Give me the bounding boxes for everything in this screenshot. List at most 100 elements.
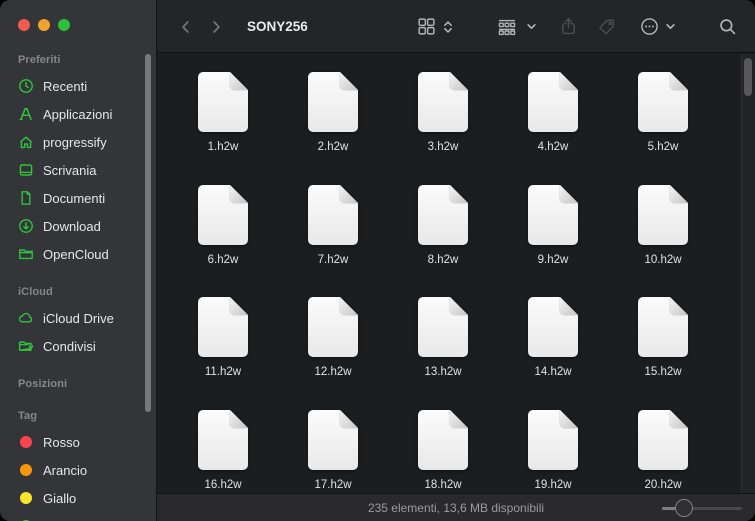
group-by-icon[interactable] <box>496 0 518 53</box>
document-file-icon <box>198 297 248 357</box>
toolbar: SONY256 <box>157 0 755 53</box>
file-name: 17.h2w <box>314 478 352 491</box>
sidebar-item-progressify[interactable]: progressify <box>0 128 156 156</box>
sidebar-section-header: Preferiti <box>18 54 61 66</box>
sidebar-section-header: Tag <box>18 410 38 422</box>
file-item[interactable]: 9.h2w <box>498 185 608 298</box>
file-item[interactable]: 10.h2w <box>608 185 718 298</box>
document-file-icon <box>528 185 578 245</box>
share-icon[interactable] <box>558 0 578 53</box>
applications-icon <box>18 106 34 122</box>
file-item[interactable]: 13.h2w <box>388 297 498 410</box>
document-file-icon <box>198 185 248 245</box>
file-name: 2.h2w <box>317 141 349 153</box>
file-item[interactable]: 11.h2w <box>168 297 278 410</box>
sidebar-item-arancio[interactable]: Arancio <box>0 456 156 484</box>
document-file-icon <box>638 297 688 357</box>
file-item[interactable]: 18.h2w <box>388 410 498 494</box>
file-name: 4.h2w <box>537 141 569 153</box>
close-button[interactable] <box>18 19 30 31</box>
window-title: SONY256 <box>247 19 308 34</box>
more-options-chevron-icon[interactable] <box>663 0 677 53</box>
document-file-icon <box>418 72 468 132</box>
sidebar-item-giallo[interactable]: Giallo <box>0 484 156 512</box>
forward-button[interactable] <box>206 0 226 53</box>
document-icon <box>18 190 34 206</box>
sidebar-section-icloud: iCloud iCloud Drive Condivisi <box>0 284 156 360</box>
back-button[interactable] <box>176 0 196 53</box>
document-file-icon <box>198 72 248 132</box>
icon-size-slider[interactable] <box>662 494 742 521</box>
file-name: 3.h2w <box>427 141 459 153</box>
sidebar-scrollbar[interactable] <box>145 54 151 412</box>
sidebar-item-condivisi[interactable]: Condivisi <box>0 332 156 360</box>
sidebar-item-documenti[interactable]: Documenti <box>0 184 156 212</box>
file-name: 8.h2w <box>427 253 459 266</box>
download-icon <box>18 218 34 234</box>
file-item[interactable]: 19.h2w <box>498 410 608 494</box>
document-file-icon <box>308 185 358 245</box>
sidebar-item-label: Condivisi <box>43 338 96 354</box>
file-name: 9.h2w <box>537 253 569 266</box>
document-file-icon <box>418 297 468 357</box>
file-item[interactable]: 15.h2w <box>608 297 718 410</box>
zoom-button[interactable] <box>58 19 70 31</box>
more-options-icon[interactable] <box>639 0 659 53</box>
file-item[interactable]: 17.h2w <box>278 410 388 494</box>
document-file-icon <box>528 72 578 132</box>
file-name: 10.h2w <box>644 253 682 266</box>
file-item[interactable]: 14.h2w <box>498 297 608 410</box>
sidebar-item-label: Recenti <box>43 78 88 94</box>
sidebar-item-scrivania[interactable]: Scrivania <box>0 156 156 184</box>
file-item[interactable]: 8.h2w <box>388 185 498 298</box>
file-name: 11.h2w <box>204 366 242 378</box>
sidebar-item-rosso[interactable]: Rosso <box>0 428 156 456</box>
file-name: 13.h2w <box>424 366 462 378</box>
file-item[interactable]: 12.h2w <box>278 297 388 410</box>
file-item[interactable]: 1.h2w <box>168 72 278 185</box>
file-item[interactable]: 16.h2w <box>168 410 278 494</box>
file-name: 1.h2w <box>207 141 239 153</box>
file-item[interactable]: 4.h2w <box>498 72 608 185</box>
file-name: 20.h2w <box>644 478 682 491</box>
sidebar-item-verde[interactable]: Verde <box>0 512 156 521</box>
tag-icon[interactable] <box>596 0 616 53</box>
group-by-chevron-icon[interactable] <box>524 0 538 53</box>
sidebar-item-applicazioni[interactable]: Applicazioni <box>0 100 156 128</box>
file-item[interactable]: 6.h2w <box>168 185 278 298</box>
sidebar-item-icloud-drive[interactable]: iCloud Drive <box>0 304 156 332</box>
desktop-icon <box>18 162 34 178</box>
minimize-button[interactable] <box>38 19 50 31</box>
sidebar-item-label: Documenti <box>43 190 106 206</box>
sidebar-item-label: Giallo <box>43 490 77 506</box>
sidebar-item-label: Applicazioni <box>43 106 113 122</box>
slider-knob[interactable] <box>675 499 693 517</box>
search-icon[interactable] <box>717 0 737 53</box>
scrollbar-thumb[interactable] <box>744 58 752 96</box>
view-mode-chevrons-icon[interactable] <box>440 0 456 53</box>
file-item[interactable]: 20.h2w <box>608 410 718 494</box>
scrollbar-track[interactable] <box>741 54 755 493</box>
clock-icon <box>18 78 34 94</box>
file-item[interactable]: 7.h2w <box>278 185 388 298</box>
file-item[interactable]: 5.h2w <box>608 72 718 185</box>
cloud-icon <box>18 310 34 326</box>
tag-dot-icon <box>18 490 34 506</box>
sidebar-item-label: Download <box>43 218 101 234</box>
sidebar-item-recenti[interactable]: Recenti <box>0 72 156 100</box>
file-grid: 1.h2w 2.h2w 3.h2w 4.h2w 5.h2w 6.h2w 7.h2… <box>158 54 755 493</box>
status-text: 235 elementi, 13,6 MB disponibili <box>367 500 545 515</box>
file-name: 18.h2w <box>424 478 462 491</box>
file-name: 5.h2w <box>647 141 679 153</box>
document-file-icon <box>308 410 358 470</box>
file-name: 14.h2w <box>534 366 572 378</box>
sidebar-item-label: OpenCloud <box>43 246 109 262</box>
file-browser: 1.h2w 2.h2w 3.h2w 4.h2w 5.h2w 6.h2w 7.h2… <box>158 54 755 493</box>
file-item[interactable]: 3.h2w <box>388 72 498 185</box>
sidebar-item-opencloud[interactable]: OpenCloud <box>0 240 156 268</box>
sidebar-item-download[interactable]: Download <box>0 212 156 240</box>
document-file-icon <box>308 72 358 132</box>
sidebar-item-label: progressify <box>43 134 107 150</box>
file-item[interactable]: 2.h2w <box>278 72 388 185</box>
grid-view-icon[interactable] <box>416 0 436 53</box>
